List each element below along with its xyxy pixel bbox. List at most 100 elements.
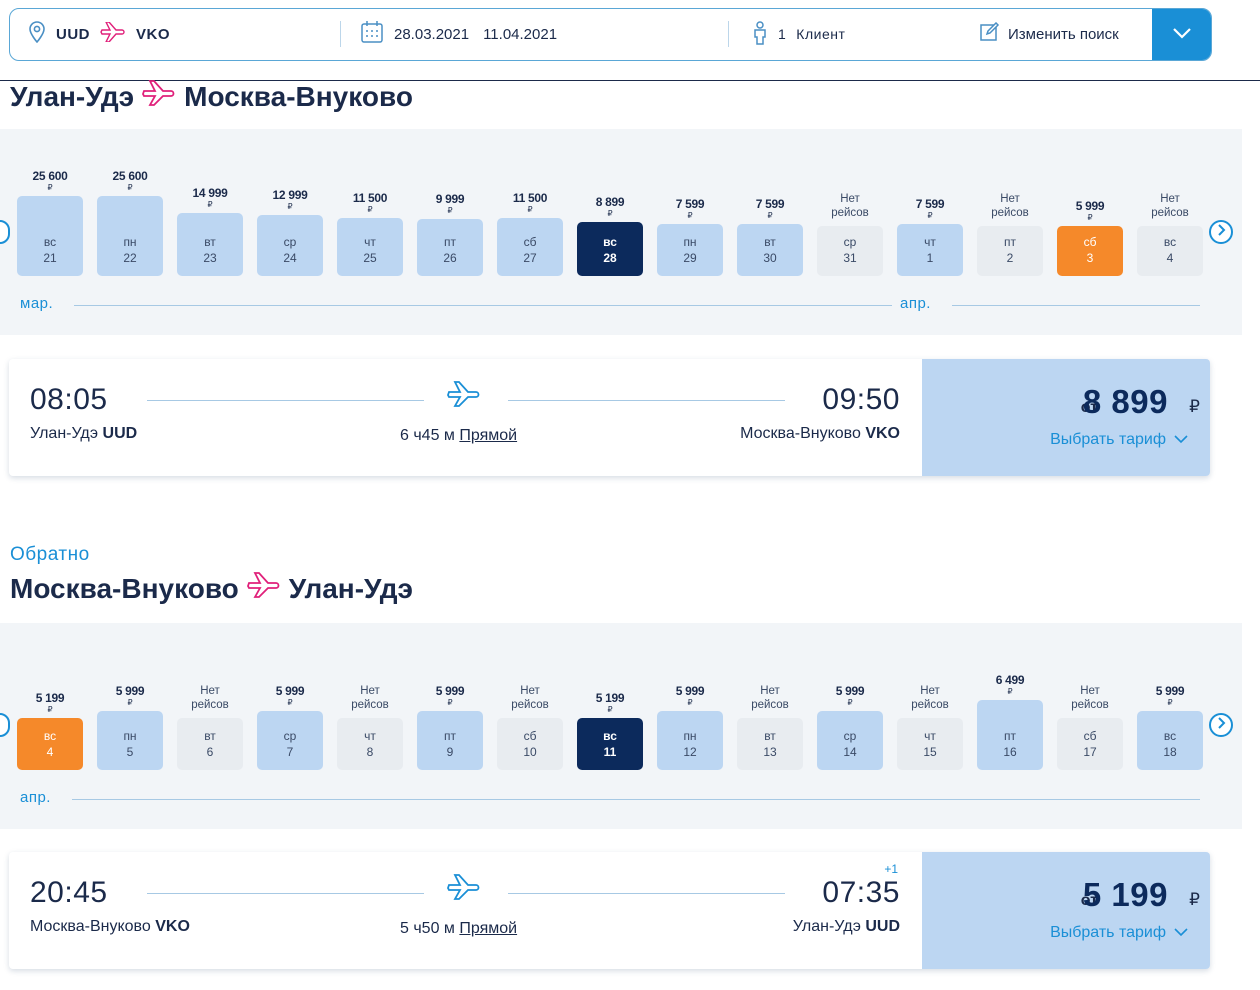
calendar-day[interactable]: 7 599 ₽ чт 1 (897, 129, 963, 289)
calendar-day[interactable]: 5 999 ₽ сб 3 (1057, 129, 1123, 289)
day-of-week: ср (843, 729, 857, 743)
calendar-day[interactable]: 5 999 ₽ пн 12 (657, 623, 723, 783)
calendar-day[interactable]: Нет рейсов сб 17 (1057, 623, 1123, 783)
calendar-day[interactable]: 12 999 ₽ ср 24 (257, 129, 323, 289)
calendar-day[interactable]: Нет рейсов чт 15 (897, 623, 963, 783)
divider (728, 21, 729, 47)
currency-symbol: ₽ (1189, 890, 1200, 909)
day-bar[interactable]: пн 12 (657, 711, 723, 770)
calendar-day[interactable]: Нет рейсов сб 10 (497, 623, 563, 783)
day-bar[interactable]: вт 13 (737, 718, 803, 770)
flight-card-return[interactable]: +1 20:45 07:35 Москва-Внуково VKO 5 ч50 … (9, 852, 1210, 969)
day-bar[interactable]: пт 2 (977, 226, 1043, 276)
flight-card-outbound[interactable]: 08:05 09:50 Улан-Удэ UUD 6 ч45 м Прямой … (9, 359, 1210, 476)
calendar-day[interactable]: 5 999 ₽ ср 7 (257, 623, 323, 783)
day-bar[interactable]: вс 4 (17, 718, 83, 770)
day-number: 31 (843, 251, 857, 265)
calendar-day[interactable]: 5 199 ₽ вс 11 (577, 623, 643, 783)
search-dates[interactable]: 28.03.2021 11.04.2021 (360, 9, 557, 59)
calendar-day[interactable]: 5 999 ₽ вс 18 (1137, 623, 1203, 783)
calendar-day[interactable]: 5 999 ₽ пт 9 (417, 623, 483, 783)
arrival-code: UUD (865, 918, 900, 935)
flight-duration: 5 ч50 м Прямой (400, 920, 517, 938)
day-of-week: чт (924, 235, 936, 249)
price-box[interactable]: от 8 899 ₽ Выбрать тариф (922, 359, 1210, 476)
day-bar[interactable]: чт 8 (337, 718, 403, 770)
price-box[interactable]: от 5 199 ₽ Выбрать тариф (922, 852, 1210, 969)
calendar-day[interactable]: 8 899 ₽ вс 28 (577, 129, 643, 289)
day-bar[interactable]: вс 4 (1137, 226, 1203, 276)
flight-type-link[interactable]: Прямой (459, 427, 517, 444)
day-bar[interactable]: вт 23 (177, 213, 243, 276)
day-bar[interactable]: вс 11 (577, 718, 643, 770)
day-number: 27 (523, 251, 537, 265)
calendar-day[interactable]: 7 599 ₽ вт 30 (737, 129, 803, 289)
calendar-day[interactable]: 25 600 ₽ пн 22 (97, 129, 163, 289)
day-bar[interactable]: вт 30 (737, 224, 803, 276)
search-clients[interactable]: 1 Клиент (752, 9, 845, 59)
chevron-right-icon (1216, 716, 1226, 734)
day-bar[interactable]: пт 16 (977, 700, 1043, 770)
calendar-day[interactable]: Нет рейсов ср 31 (817, 129, 883, 289)
choose-fare-button[interactable]: Выбрать тариф (1050, 924, 1188, 942)
day-bar[interactable]: пн 22 (97, 196, 163, 276)
expand-search-button[interactable] (1152, 9, 1211, 60)
search-to-code: VKO (136, 25, 171, 43)
day-bar[interactable]: ср 7 (257, 711, 323, 770)
day-of-week: вт (764, 235, 776, 249)
day-price: 6 499 (995, 673, 1025, 687)
calendar-day[interactable]: Нет рейсов чт 8 (337, 623, 403, 783)
currency-symbol: ₽ (287, 698, 293, 707)
calendar-day[interactable]: Нет рейсов вт 6 (177, 623, 243, 783)
day-bar[interactable]: пн 29 (657, 224, 723, 276)
day-bar[interactable]: сб 17 (1057, 718, 1123, 770)
calendar-day[interactable]: 5 999 ₽ пн 5 (97, 623, 163, 783)
day-bar[interactable]: вс 21 (17, 196, 83, 276)
plane-icon (100, 21, 126, 46)
calendar-day[interactable]: 5 999 ₽ ср 14 (817, 623, 883, 783)
day-bar[interactable]: сб 3 (1057, 226, 1123, 276)
calendar-day[interactable]: 14 999 ₽ вт 23 (177, 129, 243, 289)
search-route[interactable]: UUD VKO (28, 9, 170, 59)
clients-count: 1 (778, 26, 787, 42)
calendar-day[interactable]: 25 600 ₽ вс 21 (17, 129, 83, 289)
flight-type-link[interactable]: Прямой (459, 920, 517, 937)
calendar-day[interactable]: 7 599 ₽ пн 29 (657, 129, 723, 289)
day-bar[interactable]: вт 6 (177, 718, 243, 770)
edit-search-button[interactable]: Изменить поиск (980, 9, 1119, 59)
arrival-city: Москва-Внуково (740, 425, 861, 442)
day-number: 23 (203, 251, 217, 265)
day-bar[interactable]: сб 10 (497, 718, 563, 770)
calendar-day[interactable]: 9 999 ₽ пт 26 (417, 129, 483, 289)
day-bar[interactable]: сб 27 (497, 218, 563, 276)
calendar-day[interactable]: 6 499 ₽ пт 16 (977, 623, 1043, 783)
calendar-day[interactable]: 5 199 ₽ вс 4 (17, 623, 83, 783)
calendar-day[interactable]: Нет рейсов вт 13 (737, 623, 803, 783)
calendar-prev-button[interactable] (0, 220, 10, 244)
day-price: 9 999 (435, 192, 465, 206)
calendar-next-button[interactable] (1209, 713, 1233, 737)
search-bar[interactable]: UUD VKO 28.03.2021 11.04.2021 1 Клиент И… (9, 8, 1212, 61)
calendar-prev-button[interactable] (0, 713, 10, 737)
day-of-week: пн (683, 729, 697, 743)
calendar-next-button[interactable] (1209, 220, 1233, 244)
choose-fare-button[interactable]: Выбрать тариф (1050, 431, 1188, 449)
calendar-day[interactable]: 11 500 ₽ чт 25 (337, 129, 403, 289)
day-bar[interactable]: пт 9 (417, 711, 483, 770)
day-bar[interactable]: чт 15 (897, 718, 963, 770)
day-bar[interactable]: ср 31 (817, 226, 883, 276)
day-bar[interactable]: пн 5 (97, 711, 163, 770)
day-bar[interactable]: ср 14 (817, 711, 883, 770)
calendar-day[interactable]: 11 500 ₽ сб 27 (497, 129, 563, 289)
plane-icon (447, 874, 481, 907)
calendar-day[interactable]: Нет рейсов пт 2 (977, 129, 1043, 289)
day-bar[interactable]: вс 28 (577, 222, 643, 276)
day-bar[interactable]: чт 1 (897, 224, 963, 276)
choose-fare-label: Выбрать тариф (1050, 431, 1166, 448)
day-of-week: вс (1163, 235, 1177, 249)
day-bar[interactable]: пт 26 (417, 219, 483, 276)
day-bar[interactable]: вс 18 (1137, 711, 1203, 770)
calendar-day[interactable]: Нет рейсов вс 4 (1137, 129, 1203, 289)
day-bar[interactable]: чт 25 (337, 218, 403, 276)
day-bar[interactable]: ср 24 (257, 215, 323, 276)
